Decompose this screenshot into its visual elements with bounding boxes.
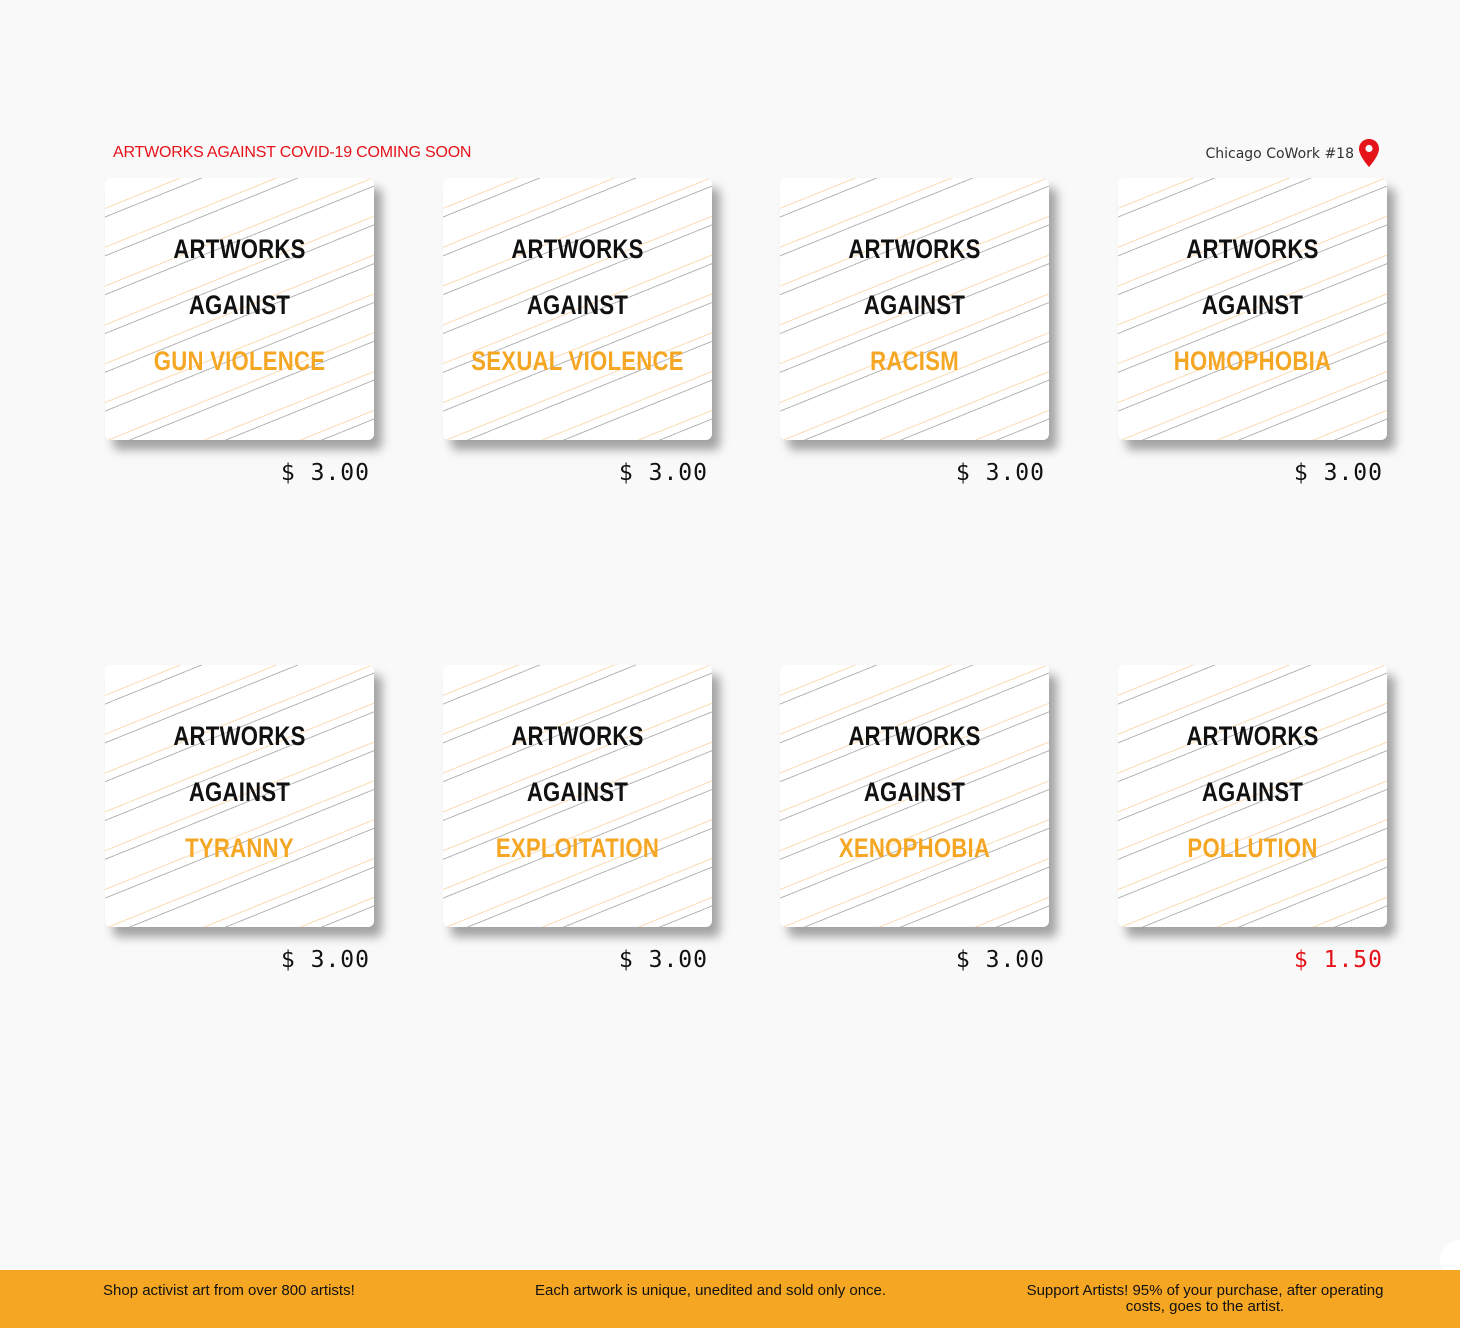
map-pin-icon [1359,139,1379,167]
product-price: $ 3.00 [618,947,708,973]
product-title-line2: AGAINST [863,290,966,320]
product-image[interactable]: ARTWORKS AGAINST POLLUTION [1118,665,1387,927]
product-title-line2: AGAINST [526,777,629,807]
product-title-line2: AGAINST [188,290,291,320]
product-title-line3: XENOPHOBIA [838,833,991,863]
product-title-line3: SEXUAL VIOLENCE [471,346,684,376]
product-image[interactable]: ARTWORKS AGAINST TYRANNY [105,665,374,927]
footer-banner: Shop activist art from over 800 artists!… [0,1270,1460,1328]
product-price: $ 3.00 [955,947,1045,973]
product-image[interactable]: ARTWORKS AGAINST GUN VIOLENCE [105,178,374,440]
product-title-line3: GUN VIOLENCE [153,346,326,376]
product-price: $ 3.00 [955,460,1045,486]
coming-soon-banner[interactable]: ARTWORKS AGAINST COVID-19 COMING SOON [113,144,471,162]
product-title-line1: ARTWORKS [848,721,981,751]
location-label: Chicago CoWork #18 [1205,146,1354,162]
footer-artists-count: Shop activist art from over 800 artists! [103,1282,355,1299]
product-title-line2: AGAINST [1201,290,1304,320]
product-title-line3: EXPLOITATION [495,833,660,863]
product-price: $ 3.00 [618,460,708,486]
product-title-line1: ARTWORKS [511,234,644,264]
footer-unique-artwork: Each artwork is unique, unedited and sol… [535,1282,887,1299]
product-price: $ 3.00 [280,460,370,486]
product-title-line3: RACISM [870,346,959,376]
product-image[interactable]: ARTWORKS AGAINST HOMOPHOBIA [1118,178,1387,440]
product-card[interactable]: ARTWORKS AGAINST TYRANNY $ 3.00 [105,665,374,973]
product-title-line1: ARTWORKS [1186,721,1319,751]
product-card[interactable]: ARTWORKS AGAINST RACISM $ 3.00 [780,178,1049,486]
product-title-line3: POLLUTION [1187,833,1318,863]
location-selector[interactable]: Chicago CoWork #18 [1205,138,1380,168]
product-card[interactable]: ARTWORKS AGAINST SEXUAL VIOLENCE $ 3.00 [443,178,712,486]
product-card[interactable]: ARTWORKS AGAINST GUN VIOLENCE $ 3.00 [105,178,374,486]
product-title-line2: AGAINST [863,777,966,807]
product-title-line3: HOMOPHOBIA [1173,346,1332,376]
product-card[interactable]: ARTWORKS AGAINST HOMOPHOBIA $ 3.00 [1118,178,1387,486]
product-image[interactable]: ARTWORKS AGAINST EXPLOITATION [443,665,712,927]
product-title-line3: TYRANNY [185,833,294,863]
product-price: $ 3.00 [1293,460,1383,486]
product-card[interactable]: ARTWORKS AGAINST EXPLOITATION $ 3.00 [443,665,712,973]
footer-support-artists: Support Artists! 95% of your purchase, a… [1026,1282,1384,1315]
product-title-line1: ARTWORKS [848,234,981,264]
product-title-line1: ARTWORKS [173,234,306,264]
product-price-sale: $ 1.50 [1293,947,1383,973]
product-card[interactable]: ARTWORKS AGAINST POLLUTION $ 1.50 [1118,665,1387,973]
product-title-line2: AGAINST [188,777,291,807]
product-title-line2: AGAINST [526,290,629,320]
page: ARTWORKS AGAINST COVID-19 COMING SOON Ch… [0,0,1460,1328]
product-title-line1: ARTWORKS [1186,234,1319,264]
product-card[interactable]: ARTWORKS AGAINST XENOPHOBIA $ 3.00 [780,665,1049,973]
product-title-line2: AGAINST [1201,777,1304,807]
product-image[interactable]: ARTWORKS AGAINST RACISM [780,178,1049,440]
product-image[interactable]: ARTWORKS AGAINST SEXUAL VIOLENCE [443,178,712,440]
product-image[interactable]: ARTWORKS AGAINST XENOPHOBIA [780,665,1049,927]
product-price: $ 3.00 [280,947,370,973]
product-title-line1: ARTWORKS [173,721,306,751]
product-title-line1: ARTWORKS [511,721,644,751]
